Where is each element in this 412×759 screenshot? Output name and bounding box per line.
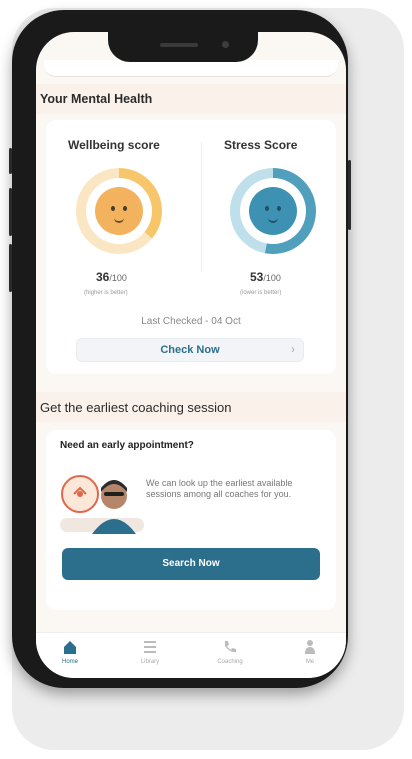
check-now-button[interactable]: Check Now ›	[76, 338, 304, 362]
stress-score: 53	[250, 270, 264, 284]
nav-label: Coaching	[217, 659, 243, 665]
camera-icon	[222, 41, 229, 48]
mouth	[268, 218, 278, 223]
side-button	[9, 148, 12, 174]
appointment-description: We can look up the earliest available se…	[146, 478, 293, 499]
coaching-header: Get the earliest coaching session	[36, 392, 346, 422]
wellbeing-denominator: /100	[109, 273, 127, 283]
eye	[277, 206, 281, 211]
wellbeing-note: (higher is better)	[84, 290, 128, 296]
stress-title: Stress Score	[224, 138, 298, 152]
wellbeing-ring[interactable]	[76, 168, 162, 254]
phone-notch	[108, 32, 258, 62]
nav-label: Me	[305, 659, 315, 665]
coaching-card: Need an early appointment? We can look u…	[46, 430, 336, 610]
home-icon	[64, 641, 76, 654]
search-now-button[interactable]: Search Now	[62, 548, 320, 580]
stress-note: (lower is better)	[240, 290, 282, 296]
nav-me[interactable]: Me	[280, 639, 340, 665]
nav-home[interactable]: Home	[40, 639, 100, 665]
wellbeing-score: 36	[96, 270, 110, 284]
mouth	[114, 218, 124, 223]
library-icon	[144, 641, 156, 653]
neutral-face-icon	[95, 187, 143, 235]
phone-icon	[225, 641, 236, 653]
ring-center	[240, 178, 306, 244]
volume-button	[9, 188, 12, 236]
search-now-label: Search Now	[162, 558, 220, 569]
chevron-right-icon: ›	[291, 342, 295, 356]
last-checked-text: Last Checked - 04 Oct	[141, 316, 241, 327]
check-now-label: Check Now	[160, 344, 220, 356]
stress-value: 53/100	[250, 270, 281, 284]
card-divider	[201, 142, 202, 272]
wellbeing-title: Wellbeing score	[68, 138, 160, 152]
nav-label: Library	[140, 659, 160, 665]
nav-label: Home	[61, 659, 78, 665]
coach-illustration-icon	[60, 475, 144, 534]
previous-card-edge	[44, 60, 338, 77]
stress-ring[interactable]	[230, 168, 316, 254]
bottom-navigation: Home Library Coaching Me	[36, 632, 346, 678]
ring-center	[86, 178, 152, 244]
phone-frame: Your Mental Health Wellbeing score 36/10…	[9, 10, 351, 688]
app-screen: Your Mental Health Wellbeing score 36/10…	[36, 32, 346, 678]
mental-health-card: Wellbeing score 36/100 (higher is better…	[46, 120, 336, 374]
eye	[123, 206, 127, 211]
speaker-grille	[160, 43, 198, 47]
nav-coaching[interactable]: Coaching	[200, 639, 260, 665]
mental-health-header: Your Mental Health	[36, 84, 346, 114]
section-title: Your Mental Health	[40, 92, 153, 106]
eye	[111, 206, 115, 211]
person-icon	[305, 640, 315, 654]
nav-library[interactable]: Library	[120, 639, 180, 665]
section-title: Get the earliest coaching session	[40, 400, 232, 415]
volume-button	[9, 244, 12, 292]
wellbeing-value: 36/100	[96, 270, 127, 284]
appointment-question: Need an early appointment?	[60, 440, 194, 451]
neutral-face-icon	[249, 187, 297, 235]
stress-denominator: /100	[263, 273, 281, 283]
eye	[265, 206, 269, 211]
power-button	[348, 160, 351, 230]
